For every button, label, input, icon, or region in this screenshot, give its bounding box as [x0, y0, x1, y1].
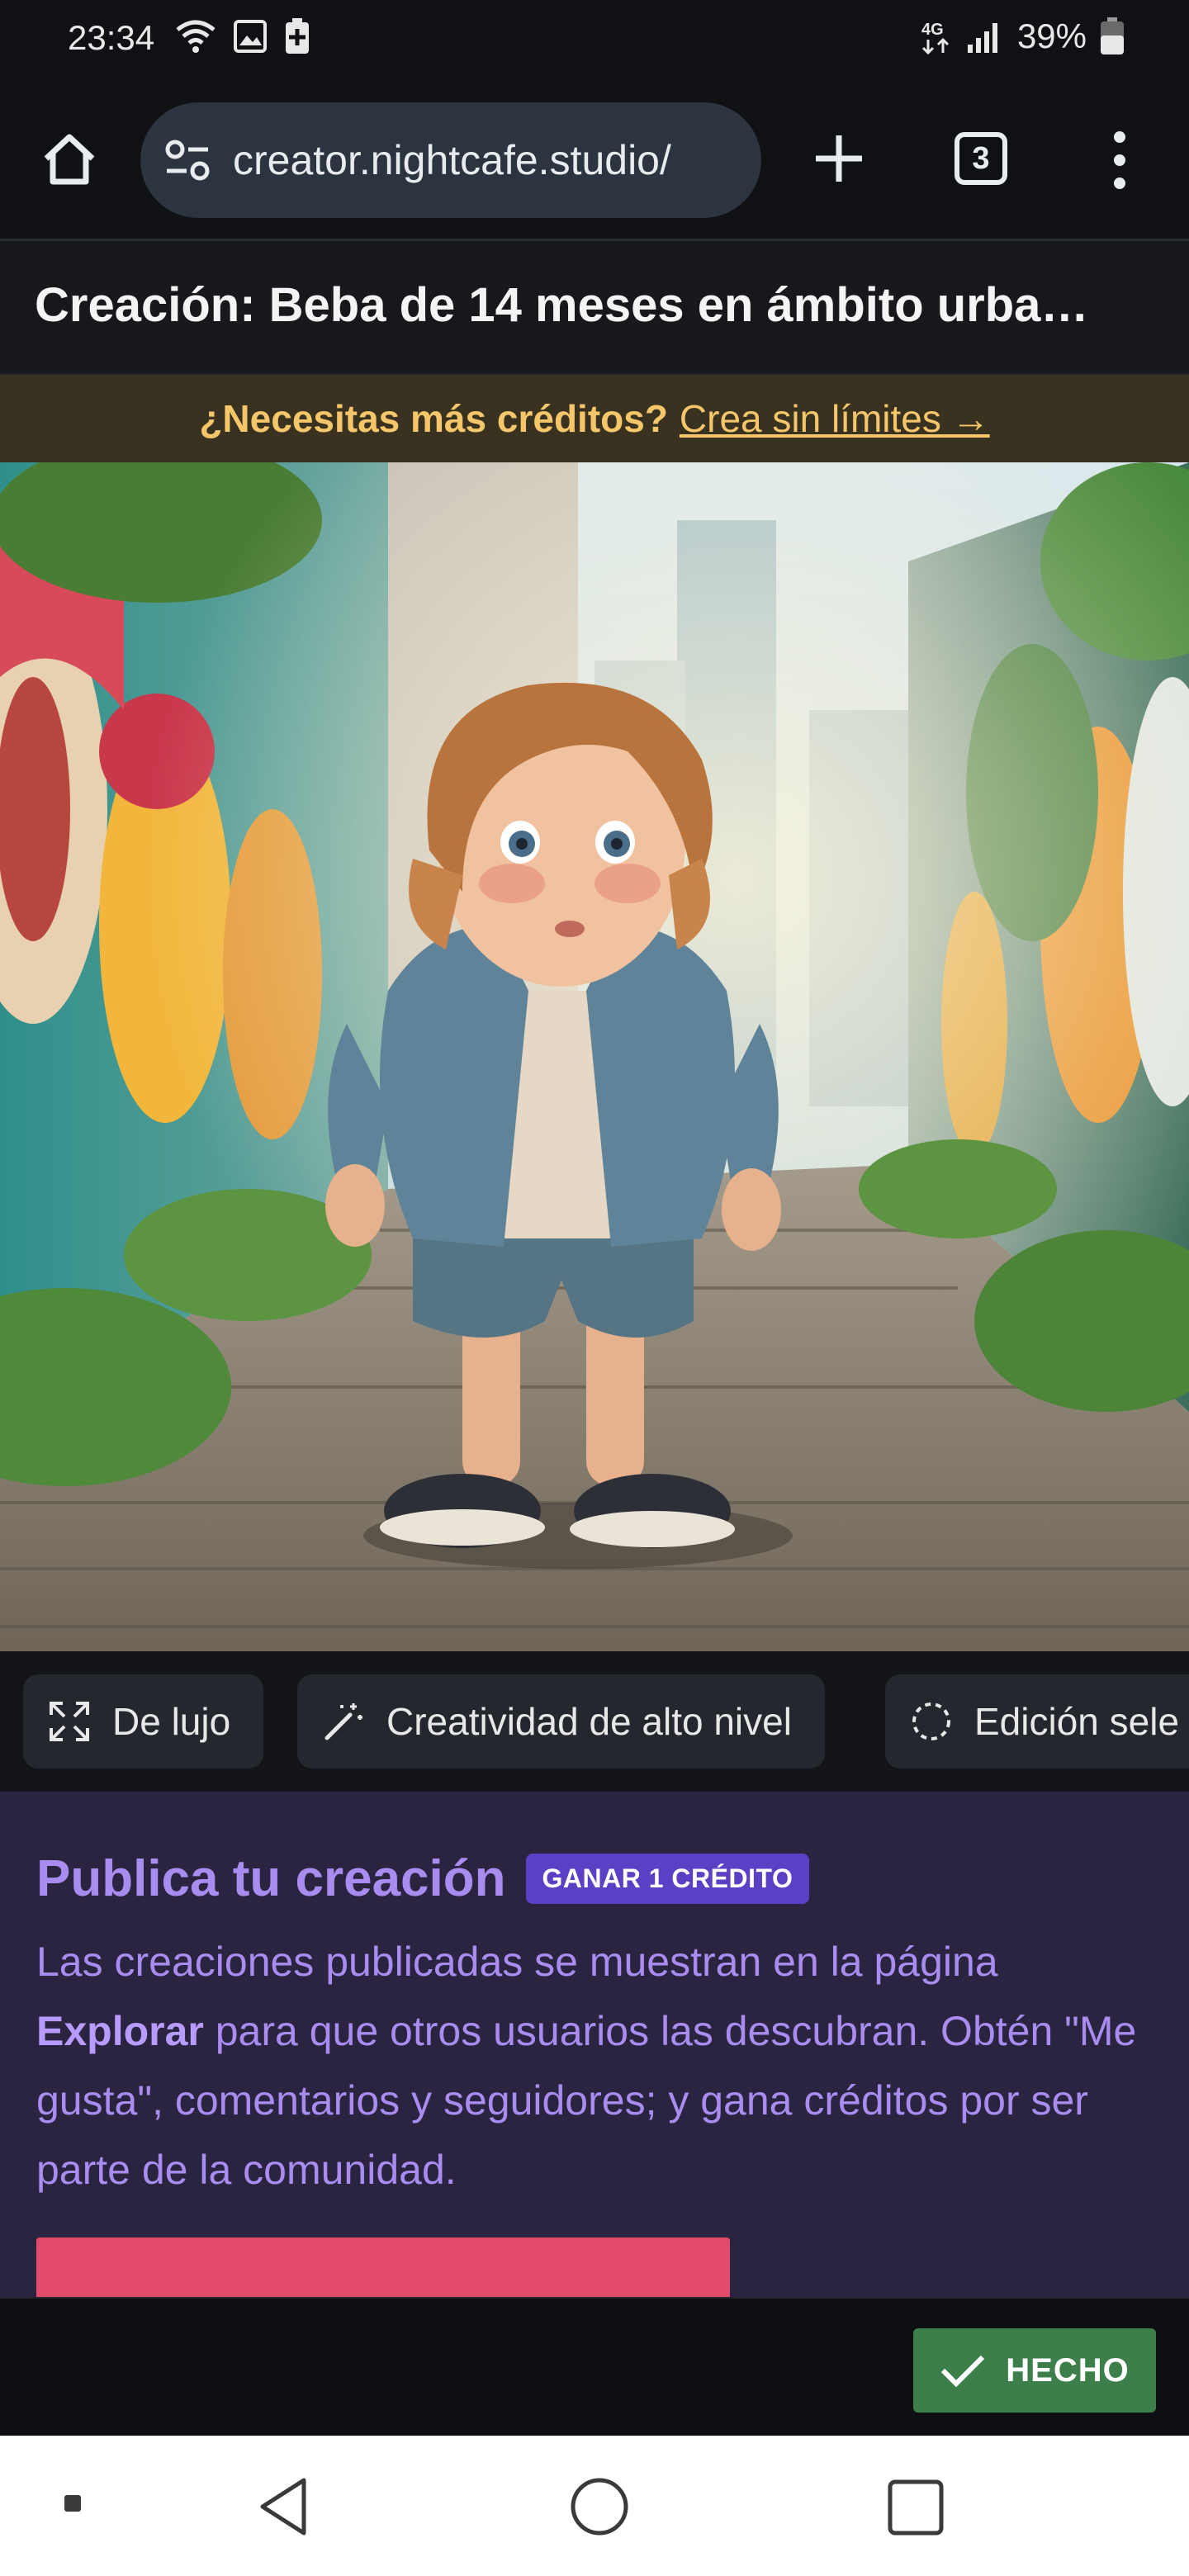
- home-icon[interactable]: [40, 129, 99, 188]
- publish-title: Publica tu creación: [36, 1850, 506, 1907]
- home-circle-icon[interactable]: [570, 2477, 629, 2536]
- check-icon: [941, 2355, 985, 2388]
- chip-high-creativity-label: Creatividad de alto nivel: [386, 1700, 792, 1743]
- recent-apps-dot-icon[interactable]: [63, 2493, 83, 2513]
- browser-toolbar: creator.nightcafe.studio/ 3: [0, 79, 1189, 241]
- system-nav-bar: [0, 2436, 1189, 2576]
- site-settings-icon[interactable]: [163, 136, 211, 184]
- status-bar: 23:34 4G 39%: [0, 0, 1189, 79]
- new-tab-plus-icon[interactable]: [809, 129, 869, 188]
- chip-selective-edit[interactable]: Edición sele: [885, 1674, 1189, 1769]
- url-text: creator.nightcafe.studio/: [233, 137, 671, 183]
- publish-button[interactable]: [36, 2237, 730, 2297]
- creation-illustration: [0, 462, 1189, 1651]
- chip-deluxe[interactable]: De lujo: [23, 1674, 264, 1769]
- publish-description: Las creaciones publicadas se muestran en…: [36, 1927, 1168, 2204]
- unlimited-link[interactable]: Crea sin límites →: [680, 396, 990, 441]
- done-label: HECHO: [1006, 2351, 1130, 2389]
- wifi-icon: [176, 20, 216, 53]
- credit-question: ¿Necesitas más créditos?: [199, 397, 668, 440]
- back-icon[interactable]: [254, 2475, 314, 2538]
- expand-icon: [50, 1702, 89, 1741]
- earn-credit-badge: GANAR 1 CRÉDITO: [525, 1854, 810, 1904]
- page-title: Creación: Beba de 14 meses en ámbito urb…: [35, 278, 1089, 332]
- url-bar[interactable]: creator.nightcafe.studio/: [140, 102, 761, 218]
- chip-deluxe-label: De lujo: [112, 1700, 231, 1743]
- more-vert-icon[interactable]: [1103, 127, 1136, 193]
- battery-saver-icon: [286, 18, 309, 54]
- overview-square-icon[interactable]: [887, 2479, 945, 2536]
- tab-switcher-button[interactable]: 3: [955, 132, 1007, 185]
- creation-image[interactable]: [0, 462, 1189, 1651]
- tab-count: 3: [972, 140, 990, 176]
- battery-icon: [1101, 17, 1124, 54]
- chip-selective-edit-label: Edición sele: [974, 1700, 1180, 1743]
- chip-high-creativity[interactable]: Creatividad de alto nivel: [297, 1674, 825, 1769]
- page-header: Creación: Beba de 14 meses en ámbito urb…: [0, 241, 1189, 375]
- done-button[interactable]: HECHO: [913, 2328, 1156, 2413]
- gallery-icon: [234, 20, 267, 53]
- signal-icon: [967, 23, 997, 53]
- dashed-circle-icon: [912, 1702, 950, 1740]
- bottom-action-bar: HECHO: [0, 2297, 1189, 2436]
- magic-wand-icon: [324, 1703, 362, 1740]
- publish-desc-part1: Las creaciones publicadas se muestran en…: [36, 1939, 998, 1985]
- explore-link[interactable]: Explorar: [36, 2008, 204, 2054]
- credit-banner: ¿Necesitas más créditos? Crea sin límite…: [0, 375, 1189, 462]
- options-chips-row: De lujo Creatividad de alto nivel Edició…: [0, 1651, 1189, 1792]
- 4g-icon: 4G: [921, 21, 949, 54]
- publish-card: Publica tu creación GANAR 1 CRÉDITO Las …: [0, 1792, 1189, 2297]
- svg-text:4G: 4G: [921, 21, 944, 39]
- battery-percent: 39%: [1016, 17, 1087, 55]
- status-time: 23:34: [68, 18, 155, 57]
